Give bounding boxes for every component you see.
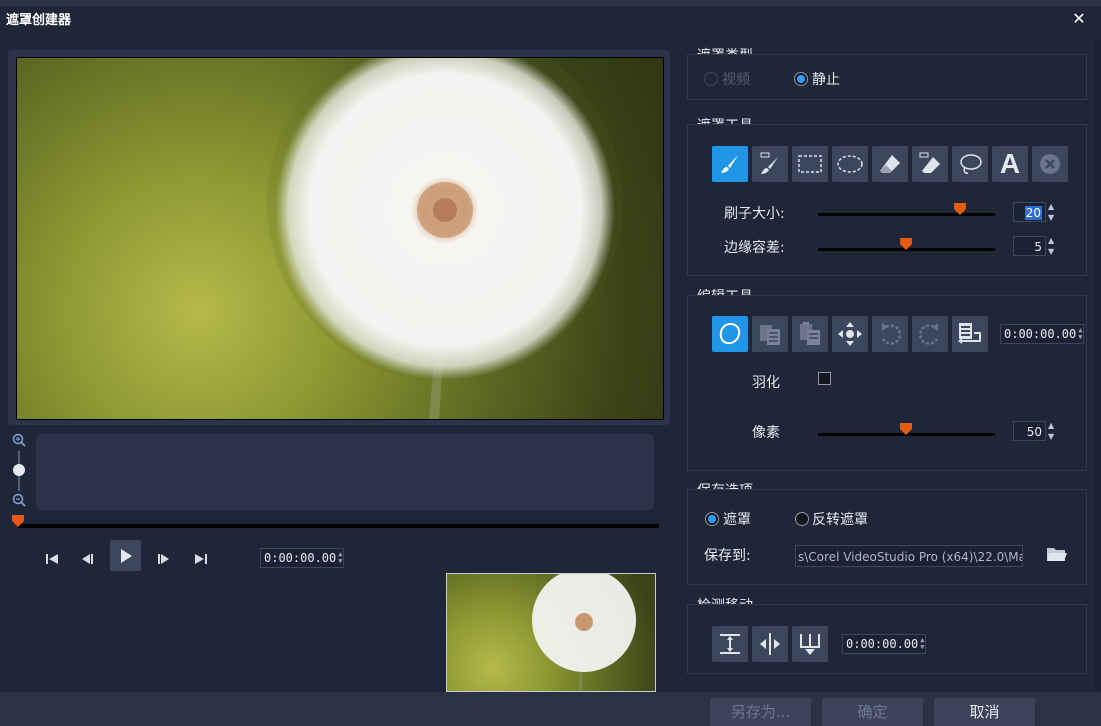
feather-label: 羽化 bbox=[752, 375, 780, 391]
ellipse-select-icon[interactable] bbox=[832, 146, 868, 182]
edge-tolerance-label: 边缘容差: bbox=[724, 240, 785, 256]
save-path-field[interactable]: s\Corel VideoStudio Pro (x64)\22.0\Mask\ bbox=[795, 545, 1023, 567]
preview-image[interactable] bbox=[16, 57, 664, 420]
outline-select-icon[interactable] bbox=[712, 316, 748, 352]
brush-size-slider-thumb[interactable] bbox=[953, 202, 967, 216]
undo-icon[interactable] bbox=[872, 316, 908, 352]
edge-tolerance-input[interactable]: 5 bbox=[1013, 236, 1046, 256]
edge-tolerance-slider-thumb[interactable] bbox=[899, 237, 913, 251]
edit-timecode[interactable]: 0:00:00.00 ▲ ▼ bbox=[1000, 324, 1084, 344]
track-icon[interactable] bbox=[712, 626, 748, 662]
mask-radio[interactable] bbox=[705, 512, 719, 526]
cancel-button[interactable]: 取消 bbox=[934, 698, 1035, 726]
step-forward-icon[interactable] bbox=[150, 545, 178, 573]
move-icon[interactable] bbox=[832, 316, 868, 352]
apply-frame-icon[interactable] bbox=[952, 316, 988, 352]
ok-button[interactable]: 确定 bbox=[822, 698, 923, 726]
skip-end-icon[interactable] bbox=[187, 545, 215, 573]
step-back-icon[interactable] bbox=[73, 545, 101, 573]
right-edge bbox=[1094, 40, 1101, 690]
brush-size-input[interactable]: 20 bbox=[1013, 202, 1046, 222]
title-bar bbox=[0, 0, 1101, 40]
smart-brush-icon[interactable] bbox=[752, 146, 788, 182]
pixels-label: 像素 bbox=[752, 425, 780, 441]
smart-eraser-icon[interactable] bbox=[912, 146, 948, 182]
copy-frame-icon[interactable] bbox=[752, 316, 788, 352]
close-icon[interactable]: ✕ bbox=[1070, 10, 1088, 28]
rectangle-select-icon[interactable] bbox=[792, 146, 828, 182]
zoom-slider-knob[interactable] bbox=[13, 464, 25, 476]
still-radio[interactable] bbox=[794, 72, 808, 86]
track-split-icon[interactable] bbox=[752, 626, 788, 662]
save-options-section bbox=[687, 489, 1087, 585]
save-to-label: 保存到: bbox=[704, 548, 751, 564]
eraser-icon[interactable] bbox=[872, 146, 908, 182]
invert-mask-radio[interactable] bbox=[795, 512, 809, 526]
pixels-input[interactable]: 50 bbox=[1013, 421, 1046, 441]
video-radio[interactable] bbox=[704, 72, 718, 86]
scrubber-handle[interactable] bbox=[11, 514, 25, 528]
zoom-in-icon[interactable] bbox=[12, 433, 26, 447]
mask-label: 遮罩 bbox=[723, 512, 751, 528]
preview-timecode[interactable]: 0:00:00.00 ▲ ▼ bbox=[260, 548, 344, 568]
track-down-icon[interactable] bbox=[792, 626, 828, 662]
save-as-button[interactable]: 另存为... bbox=[710, 698, 811, 726]
window-title: 遮罩创建器 bbox=[6, 13, 72, 28]
motion-timecode[interactable]: 0:00:00.00 ▲ ▼ bbox=[842, 634, 926, 654]
thumbnail-preview[interactable] bbox=[446, 573, 656, 692]
text-icon[interactable]: A bbox=[992, 146, 1028, 182]
zoom-out-icon[interactable] bbox=[12, 493, 26, 507]
redo-icon[interactable] bbox=[912, 316, 948, 352]
pixels-slider-thumb[interactable] bbox=[899, 422, 913, 436]
invert-mask-label: 反转遮罩 bbox=[812, 512, 868, 528]
video-label: 视频 bbox=[722, 72, 750, 88]
skip-start-icon[interactable] bbox=[38, 545, 66, 573]
paste-frame-icon[interactable] bbox=[792, 316, 828, 352]
pixels-spinner[interactable]: ▲ ▼ bbox=[1048, 421, 1060, 441]
timeline-panel[interactable] bbox=[36, 434, 654, 510]
scrubber-track[interactable] bbox=[18, 524, 659, 528]
edge-tolerance-spinner[interactable]: ▲ ▼ bbox=[1048, 236, 1060, 256]
brush-size-label: 刷子大小: bbox=[724, 206, 785, 222]
brush-size-spinner[interactable]: ▲ ▼ bbox=[1048, 202, 1060, 222]
feather-checkbox[interactable] bbox=[818, 372, 831, 385]
still-label: 静止 bbox=[812, 72, 840, 88]
brush-icon[interactable] bbox=[712, 146, 748, 182]
lasso-icon[interactable] bbox=[952, 146, 988, 182]
brush-size-slider[interactable] bbox=[818, 213, 995, 216]
clear-icon[interactable] bbox=[1032, 146, 1068, 182]
play-icon[interactable] bbox=[110, 540, 141, 571]
folder-icon[interactable] bbox=[1046, 545, 1068, 565]
